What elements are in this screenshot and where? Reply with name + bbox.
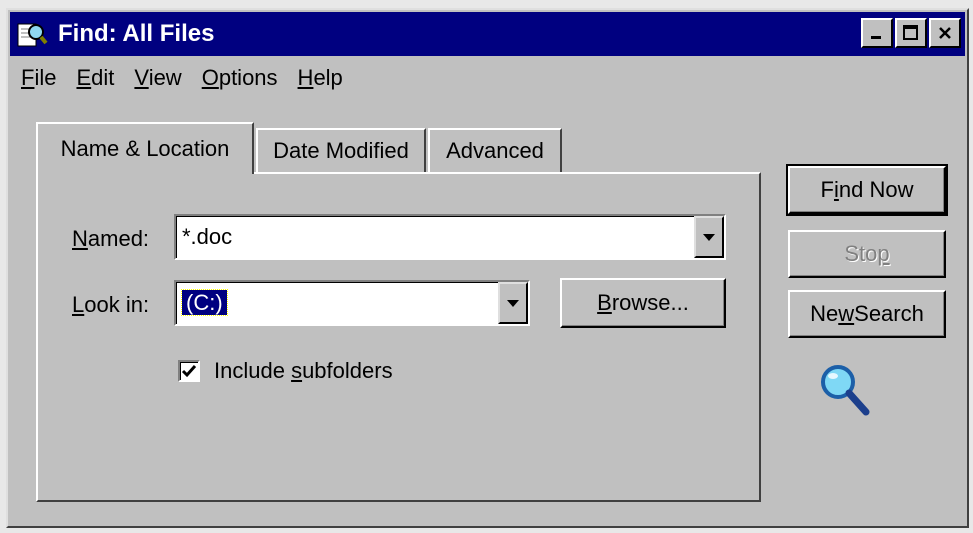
tab-advanced[interactable]: Advanced [428,128,562,172]
browse-label: rowse... [611,290,689,315]
menu-options-mnemonic: O [201,65,219,90]
menu-options-label: ptions [218,65,278,90]
search-animation-icon [821,365,870,416]
menu-edit-label: dit [91,65,115,90]
menu-bar: File Edit View Options Help [12,60,354,96]
maximize-icon [903,25,918,40]
lookin-selected-value[interactable]: (C:) [181,289,228,316]
lookin-label-mnemonic: L [72,292,85,317]
browse-mnemonic: B [597,290,612,315]
tab-date-modified-label: Date Modified [273,138,409,163]
menu-file-mnemonic: F [21,65,35,90]
tab-date-modified[interactable]: Date Modified [256,128,426,172]
find-magnifier-icon [17,23,48,47]
include-subfolders-text-pre: Include [214,358,292,383]
lookin-label-text: ook in: [84,292,150,317]
menu-view-mnemonic: V [134,65,149,90]
menu-file[interactable]: File [12,65,67,91]
new-search-mnemonic: w [838,301,855,326]
checkmark-icon [181,365,197,378]
stop-button[interactable]: Sto p [788,230,946,278]
find-now-label: nd Now [838,177,914,202]
browse-button[interactable]: Browse... [560,278,726,328]
menu-view[interactable]: View [125,65,192,91]
new-search-pre: Ne [810,301,839,326]
title-bar[interactable]: Find: All Files [10,12,965,56]
close-icon [939,27,951,39]
new-search-button[interactable]: Ne w Search [788,290,946,338]
include-subfolders-text-rest: ubfolders [302,358,393,383]
lookin-value-wrap: (C:) [176,289,498,316]
named-input[interactable]: *.doc [176,224,694,250]
minimize-button[interactable] [861,18,893,48]
named-label: Named: [72,226,149,252]
stop-mnemonic: p [877,241,890,266]
menu-options[interactable]: Options [193,65,289,91]
lookin-combobox[interactable]: (C:) [174,280,530,326]
find-now-pre: F [820,177,834,202]
include-subfolders-checkbox[interactable] [178,360,200,382]
named-dropdown-button[interactable] [694,216,724,258]
find-now-button[interactable]: Fi nd Now [786,164,948,216]
lookin-label: Look in: [72,292,149,318]
minimize-icon [871,36,881,39]
menu-help[interactable]: Help [289,65,354,91]
chevron-down-icon [507,300,519,307]
close-button[interactable] [929,18,961,48]
chevron-down-icon [703,234,715,241]
stop-pre: Sto [844,241,878,266]
tab-name-location-label: Name & Location [60,136,230,161]
named-combobox[interactable]: *.doc [174,214,726,260]
maximize-button[interactable] [895,18,927,48]
named-label-mnemonic: N [72,226,88,251]
menu-help-label: elp [313,65,343,90]
tab-advanced-label: Advanced [446,138,544,163]
named-label-text: amed: [87,226,150,251]
menu-view-label: iew [148,65,182,90]
new-search-label: Search [854,301,924,326]
include-subfolders-mnemonic: s [291,358,303,383]
menu-file-label: ile [34,65,57,90]
lookin-dropdown-button[interactable] [498,282,528,324]
window-title: Find: All Files [58,20,215,47]
menu-edit-mnemonic: E [76,65,92,90]
menu-help-mnemonic: H [297,65,314,90]
tab-name-location[interactable]: Name & Location [36,122,254,174]
include-subfolders-label[interactable]: Include subfolders [214,358,393,384]
menu-edit[interactable]: Edit [67,65,125,91]
